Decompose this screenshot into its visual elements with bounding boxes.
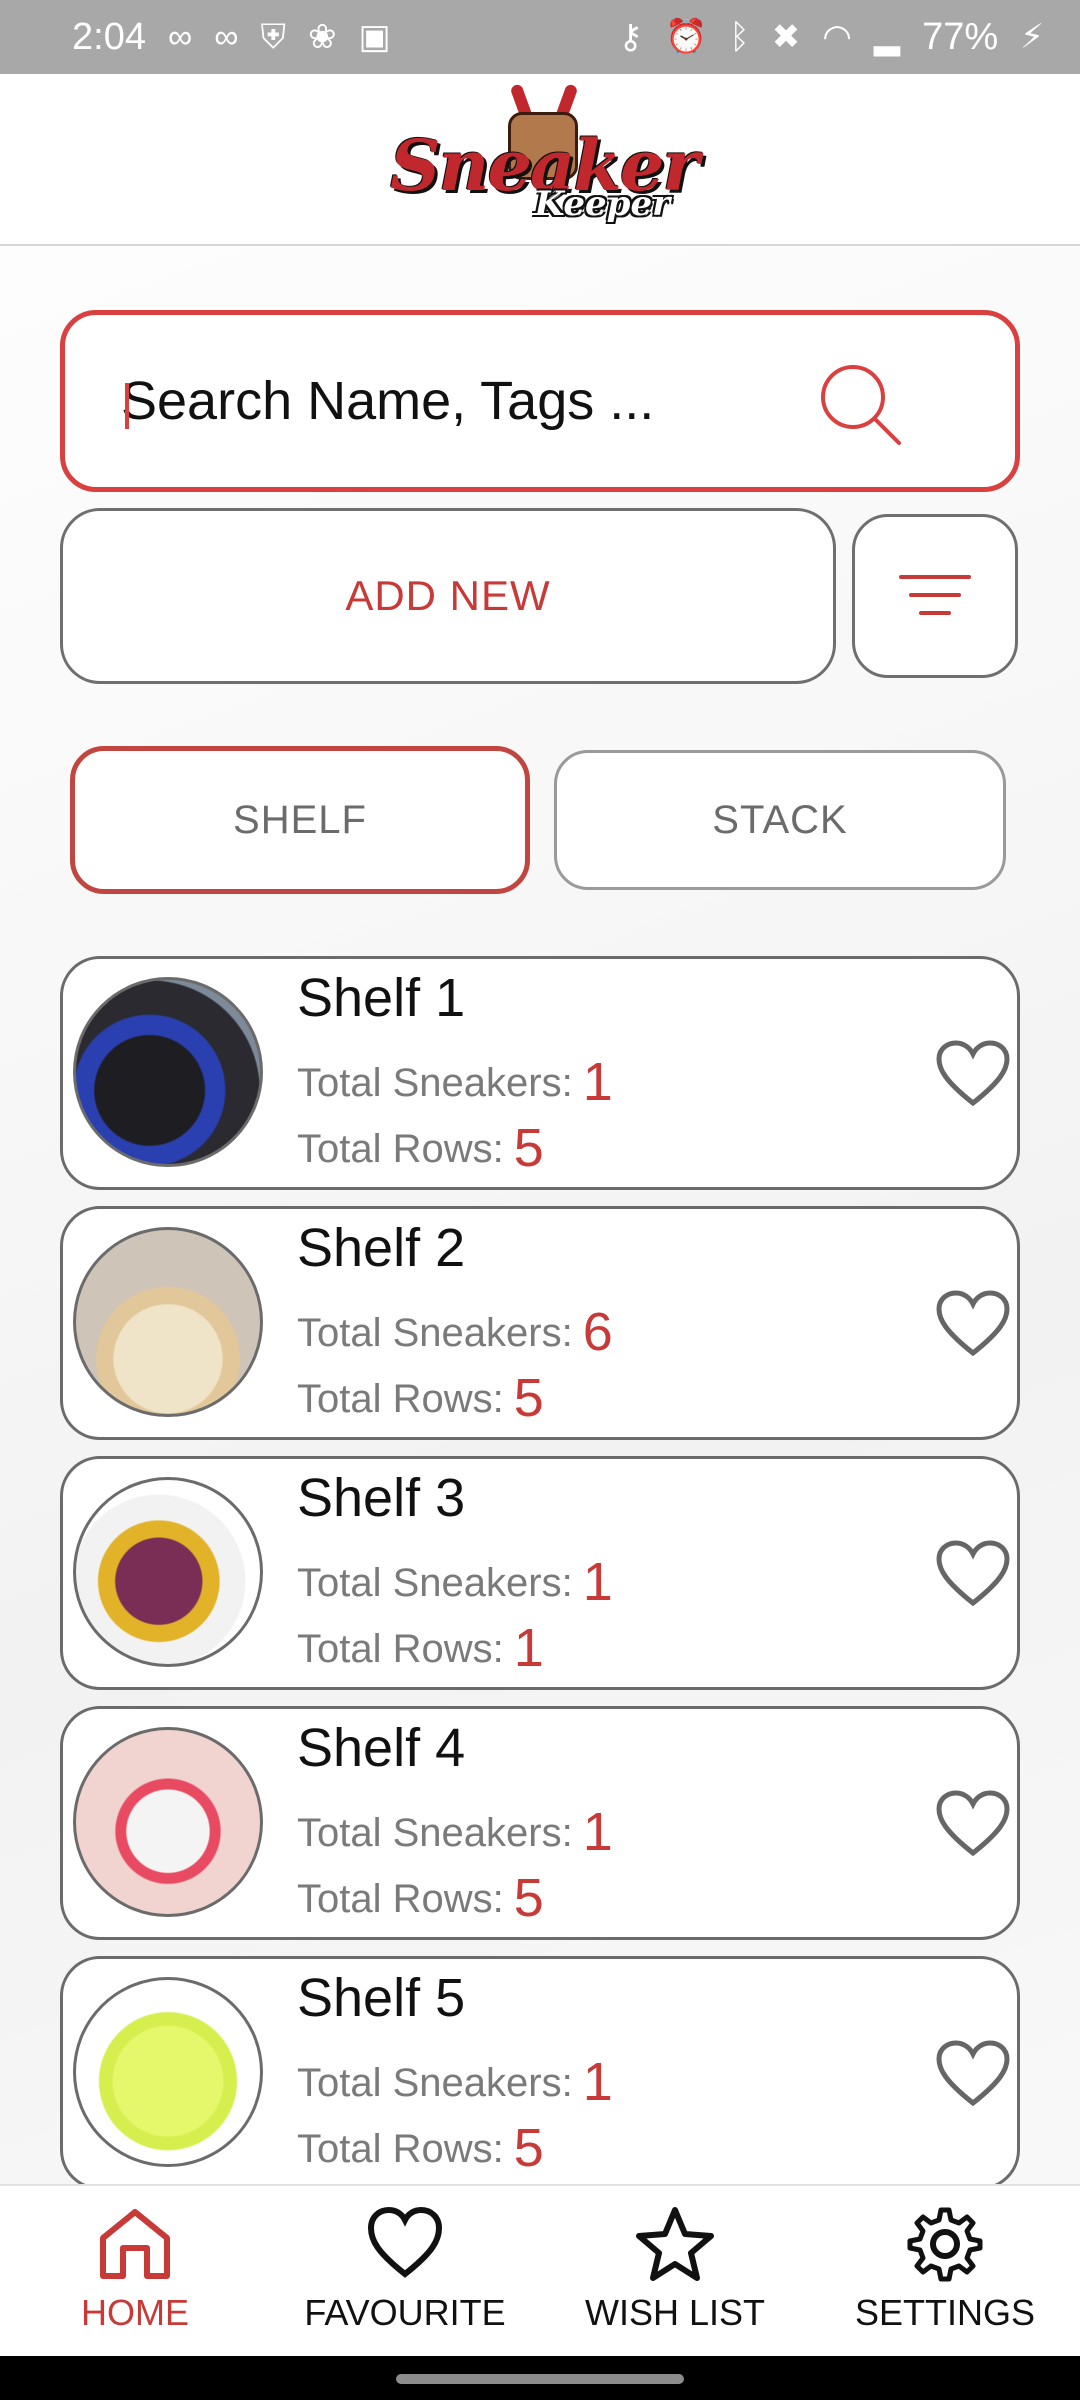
home-icon — [100, 2209, 170, 2279]
gesture-handle[interactable] — [396, 2374, 684, 2384]
status-left: 2:04 ∞ ∞ ⛨ ❀ ▣ — [72, 16, 391, 59]
total-rows-label: Total Rows: — [297, 1377, 504, 1421]
total-rows: Total Rows: 5 — [297, 2117, 544, 2179]
gesture-bar — [0, 2356, 1080, 2400]
fan-icon: ❀ — [307, 18, 337, 56]
search-input[interactable] — [121, 370, 821, 432]
logo-subtext: Keeper — [534, 184, 670, 224]
nav-wish-list-label: WISH LIST — [584, 2292, 766, 2333]
shelf-name: Shelf 3 — [297, 1468, 466, 1528]
shelf-name: Shelf 4 — [297, 1718, 466, 1778]
total-rows-value: 5 — [513, 1868, 544, 1928]
shelf-card[interactable]: Shelf 4 Total Sneakers: 1 Total Rows: 5 — [60, 1706, 1020, 1940]
mute-icon: ✖ — [771, 18, 801, 56]
total-sneakers-value: 1 — [582, 1802, 613, 1862]
total-sneakers: Total Sneakers: 1 — [297, 1801, 613, 1863]
search-icon[interactable] — [815, 359, 905, 449]
total-rows-label: Total Rows: — [297, 2127, 504, 2171]
total-rows-label: Total Rows: — [297, 1127, 504, 1171]
heart-icon[interactable] — [935, 1789, 1011, 1859]
heart-icon[interactable] — [935, 1289, 1011, 1359]
total-sneakers-value: 1 — [582, 1052, 613, 1112]
shelf-card[interactable]: Shelf 3 Total Sneakers: 1 Total Rows: 1 — [60, 1456, 1020, 1690]
heart-icon[interactable] — [935, 2039, 1011, 2109]
tab-shelf[interactable]: SHELF — [70, 746, 530, 894]
shelf-image — [73, 1227, 263, 1417]
status-time: 2:04 — [72, 15, 146, 58]
shield-icon: ⛨ — [260, 18, 286, 56]
app-header: Sneaker Keeper — [0, 74, 1080, 246]
gear-icon — [907, 2207, 983, 2282]
shelf-image — [73, 1977, 263, 2167]
voicemail-icon: ∞ — [167, 18, 193, 56]
key-icon: ⚷ — [618, 18, 643, 56]
app-logo: Sneaker Keeper — [390, 83, 699, 234]
total-sneakers-label: Total Sneakers: — [297, 1061, 573, 1105]
total-rows-value: 5 — [513, 1118, 544, 1178]
nav-favourite[interactable]: FAVOURITE — [270, 2186, 540, 2356]
total-rows-label: Total Rows: — [297, 1627, 504, 1671]
star-icon — [636, 2207, 714, 2281]
nav-settings-label: SETTINGS — [854, 2292, 1036, 2333]
total-rows: Total Rows: 5 — [297, 1867, 544, 1929]
total-rows-value: 5 — [513, 2118, 544, 2178]
shelf-card[interactable]: Shelf 5 Total Sneakers: 1 Total Rows: 5 — [60, 1956, 1020, 2186]
signal-icon: ▂ — [873, 18, 901, 56]
heart-icon — [367, 2206, 443, 2278]
nav-wish-list[interactable]: WISH LIST — [540, 2186, 810, 2356]
shelf-image — [73, 1727, 263, 1917]
shelf-name: Shelf 2 — [297, 1218, 466, 1278]
total-sneakers-label: Total Sneakers: — [297, 1561, 573, 1605]
tab-stack[interactable]: STACK — [554, 750, 1006, 890]
shelf-name: Shelf 5 — [297, 1968, 466, 2028]
shelf-image — [73, 1477, 263, 1667]
search-box[interactable] — [60, 310, 1020, 492]
bluetooth-icon: ᛒ — [729, 18, 750, 56]
total-sneakers-value: 6 — [582, 1302, 613, 1362]
bottom-navigation: HOME FAVOURITE WISH LIST SETTINGS — [0, 2184, 1080, 2356]
shelf-image — [73, 977, 263, 1167]
total-sneakers: Total Sneakers: 1 — [297, 2051, 613, 2113]
battery-level: 77% — [922, 15, 999, 58]
total-sneakers-value: 1 — [582, 2052, 613, 2112]
total-sneakers-value: 1 — [582, 1552, 613, 1612]
shelf-card[interactable]: Shelf 2 Total Sneakers: 6 Total Rows: 5 — [60, 1206, 1020, 1440]
total-rows: Total Rows: 5 — [297, 1367, 544, 1429]
total-sneakers-label: Total Sneakers: — [297, 2061, 573, 2105]
total-rows: Total Rows: 5 — [297, 1117, 544, 1179]
shelf-list[interactable]: Shelf 1 Total Sneakers: 1 Total Rows: 5 Sh… — [60, 956, 1020, 2186]
nav-settings[interactable]: SETTINGS — [810, 2186, 1080, 2356]
total-rows-value: 1 — [513, 1618, 544, 1678]
total-sneakers: Total Sneakers: 1 — [297, 1551, 613, 1613]
add-new-button[interactable]: ADD NEW — [60, 508, 836, 684]
total-sneakers-label: Total Sneakers: — [297, 1811, 573, 1855]
filter-icon — [899, 575, 971, 615]
status-right: ⚷ ⏰ ᛒ ✖ ◠ ▂ 77% ⚡ — [618, 16, 1044, 59]
status-bar: 2:04 ∞ ∞ ⛨ ❀ ▣ ⚷ ⏰ ᛒ ✖ ◠ ▂ 77% ⚡ — [0, 0, 1080, 74]
infinity-icon: ∞ — [214, 18, 239, 56]
total-sneakers-label: Total Sneakers: — [297, 1311, 573, 1355]
text-caret — [125, 383, 129, 429]
heart-icon[interactable] — [935, 1539, 1011, 1609]
nav-home-label: HOME — [81, 2292, 189, 2333]
total-rows-value: 5 — [513, 1368, 544, 1428]
heart-icon[interactable] — [935, 1039, 1011, 1109]
shelf-name: Shelf 1 — [297, 968, 466, 1028]
nav-home[interactable]: HOME — [0, 2186, 270, 2356]
nav-favourite-label: FAVOURITE — [304, 2292, 506, 2333]
battery-icon: ⚡ — [1020, 18, 1044, 56]
total-sneakers: Total Sneakers: 1 — [297, 1051, 613, 1113]
total-rows: Total Rows: 1 — [297, 1617, 544, 1679]
total-rows-label: Total Rows: — [297, 1877, 504, 1921]
shelf-card[interactable]: Shelf 1 Total Sneakers: 1 Total Rows: 5 — [60, 956, 1020, 1190]
wifi-icon: ◠ — [822, 18, 852, 56]
image-icon: ▣ — [358, 18, 391, 56]
total-sneakers: Total Sneakers: 6 — [297, 1301, 613, 1363]
alarm-icon: ⏰ — [664, 18, 708, 56]
filter-button[interactable] — [852, 514, 1018, 678]
